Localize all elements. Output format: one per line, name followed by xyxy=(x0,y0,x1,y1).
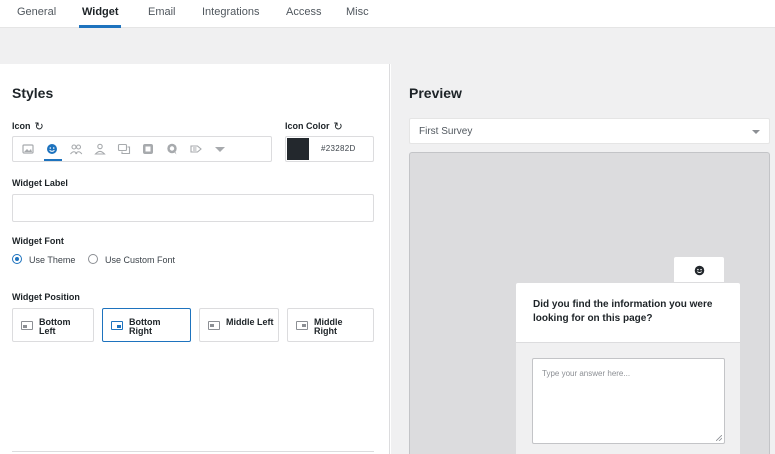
widget-launcher-tab[interactable] xyxy=(673,256,725,284)
icon-label: Icon ↻ xyxy=(12,120,44,133)
position-middle-left-button[interactable]: Middle Left xyxy=(199,308,279,342)
position-bottom-right-label: Bottom Right xyxy=(129,317,161,336)
icon-color-label-text: Icon Color xyxy=(285,121,330,131)
people-icon[interactable] xyxy=(69,142,83,156)
use-theme-radio[interactable] xyxy=(12,254,22,264)
position-middle-right-button[interactable]: Middle Right xyxy=(287,308,374,342)
smile-icon xyxy=(694,265,705,276)
use-theme-label[interactable]: Use Theme xyxy=(29,255,75,265)
use-custom-font-radio[interactable] xyxy=(88,254,98,264)
survey-select-value: First Survey xyxy=(419,126,473,137)
image-icon[interactable] xyxy=(21,142,35,156)
user-icon[interactable] xyxy=(93,142,107,156)
icon-picker xyxy=(12,136,272,162)
settings-tabs: General Widget Email Integrations Access… xyxy=(0,0,775,28)
use-custom-font-label[interactable]: Use Custom Font xyxy=(105,255,175,265)
middle-right-icon xyxy=(296,321,308,330)
widget-font-label: Widget Font xyxy=(12,236,64,246)
position-bottom-right-button[interactable]: Bottom Right xyxy=(102,308,191,342)
bottom-right-icon xyxy=(111,321,123,330)
position-bottom-left-label: Bottom Left xyxy=(39,317,71,336)
tab-access[interactable]: Access xyxy=(286,6,321,18)
position-middle-right-label: Middle Right xyxy=(314,317,343,336)
tab-widget[interactable]: Widget xyxy=(82,6,119,18)
chat-icon[interactable] xyxy=(117,142,131,156)
survey-select[interactable]: First Survey xyxy=(409,118,770,144)
widget-label-input[interactable] xyxy=(12,194,374,222)
bottom-left-icon xyxy=(21,321,33,330)
tab-misc[interactable]: Misc xyxy=(346,6,369,18)
square-icon[interactable] xyxy=(141,142,155,156)
selected-icon-indicator xyxy=(44,159,62,161)
icon-color-value: #23282D xyxy=(321,144,356,153)
icon-color-label: Icon Color ↻ xyxy=(285,120,343,133)
chevron-down-icon xyxy=(752,130,760,134)
reset-icon[interactable]: ↻ xyxy=(35,120,44,133)
widget-position-label: Widget Position xyxy=(12,292,80,302)
resize-handle-icon[interactable] xyxy=(716,435,722,441)
widget-label-label: Widget Label xyxy=(12,178,68,188)
survey-question: Did you find the information you were lo… xyxy=(533,299,713,324)
answer-textarea[interactable]: Type your answer here... xyxy=(532,358,725,444)
tab-integrations[interactable]: Integrations xyxy=(202,6,259,18)
position-bottom-left-button[interactable]: Bottom Left xyxy=(12,308,94,342)
color-swatch[interactable] xyxy=(287,138,309,160)
header-spacer xyxy=(0,28,775,64)
position-middle-left-label: Middle Left xyxy=(226,317,274,327)
divider xyxy=(12,451,374,452)
middle-left-icon xyxy=(208,321,220,330)
tab-email[interactable]: Email xyxy=(148,6,176,18)
reset-color-icon[interactable]: ↻ xyxy=(334,120,343,133)
chevron-down-icon[interactable] xyxy=(213,142,227,156)
icon-color-picker[interactable]: #23282D xyxy=(285,136,374,162)
speech-bubble-icon[interactable] xyxy=(165,142,179,156)
preview-title: Preview xyxy=(409,85,462,101)
tab-general[interactable]: General xyxy=(17,6,56,18)
tag-icon[interactable] xyxy=(189,142,203,156)
smile-icon[interactable] xyxy=(45,142,59,156)
icon-label-text: Icon xyxy=(12,121,31,131)
answer-placeholder: Type your answer here... xyxy=(542,369,631,378)
styles-title: Styles xyxy=(12,85,54,101)
